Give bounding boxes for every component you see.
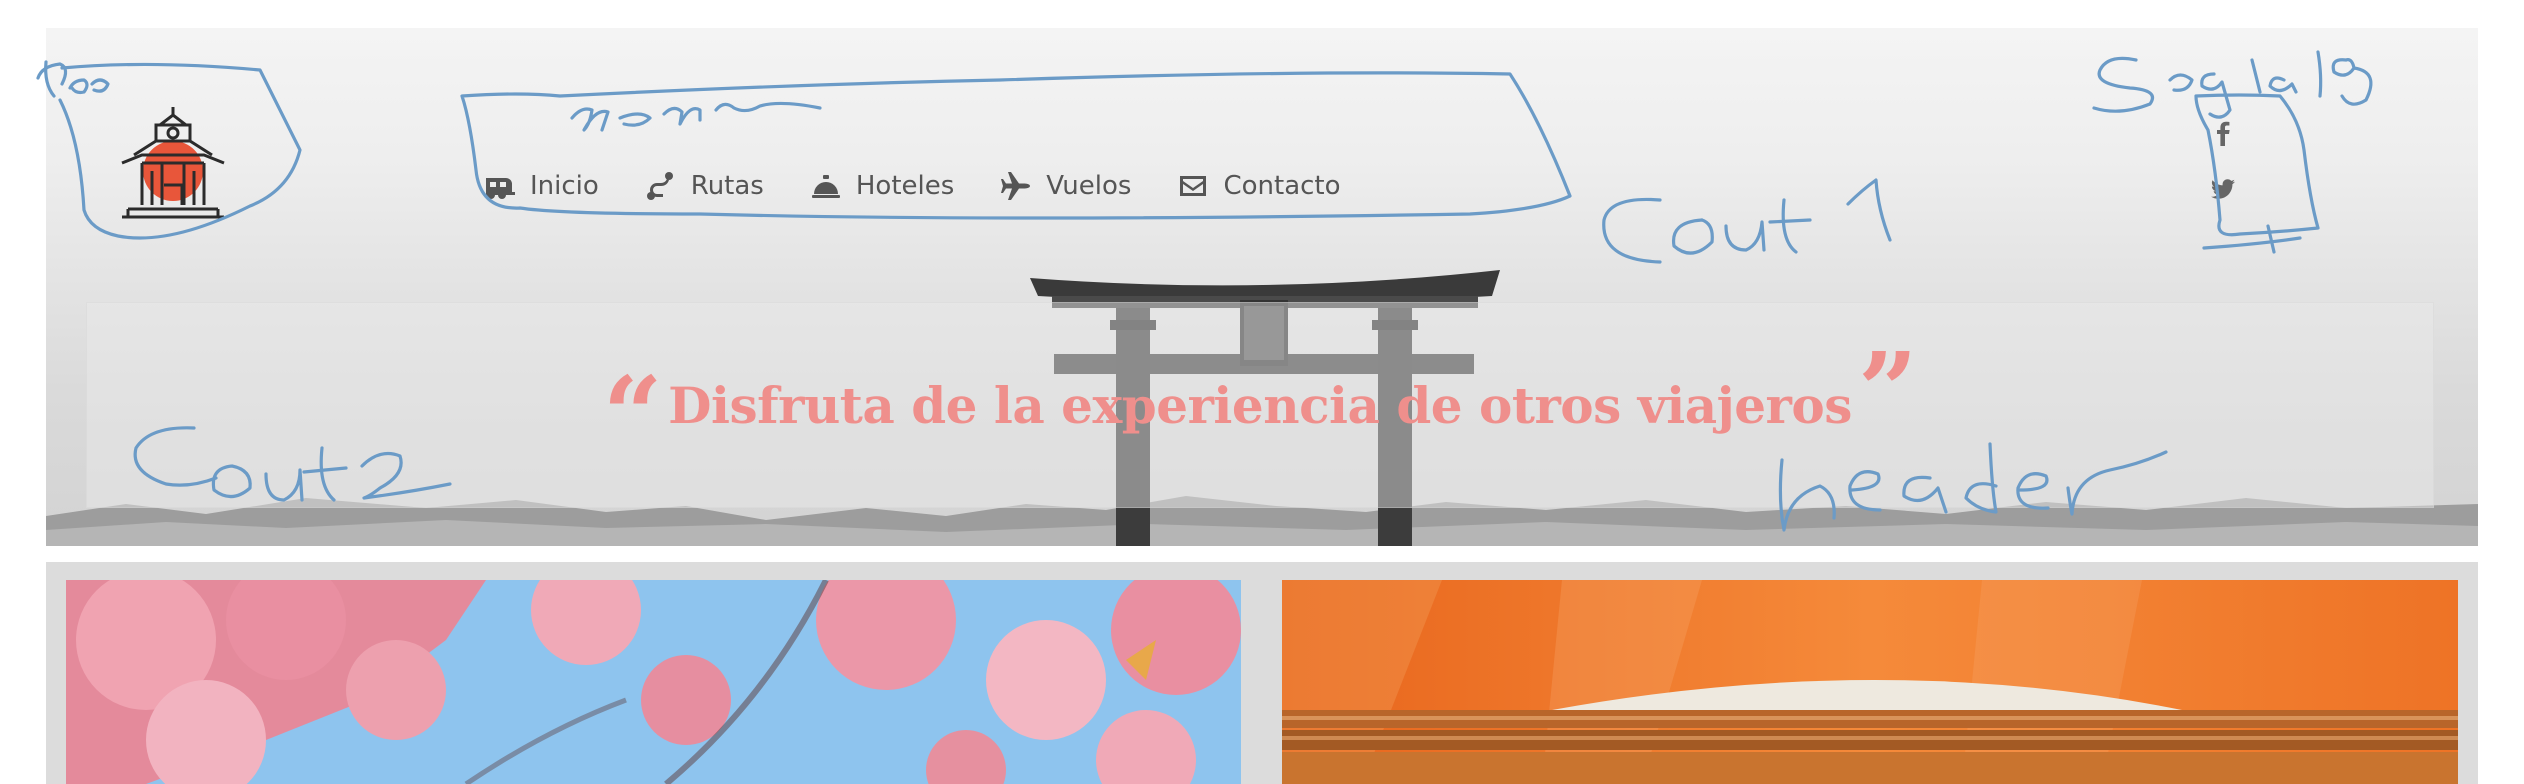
twitter-link[interactable] [2208,174,2238,204]
gallery-card-chopsticks[interactable] [1282,580,2458,784]
twitter-icon [2210,179,2235,199]
nav-item-vuelos[interactable]: Vuelos [1000,170,1131,202]
nav-label-rutas: Rutas [690,171,764,201]
nav-item-hoteles[interactable]: Hoteles [810,170,954,202]
cherry-blossom-photo [66,580,1241,784]
facebook-link[interactable] [2208,118,2238,148]
facebook-icon [2217,121,2230,146]
gallery-container [46,562,2478,784]
pagoda-logo-icon[interactable] [120,105,226,221]
bell-icon [811,175,840,198]
quote-text: “ Disfruta de la experiencia de otros vi… [597,339,1923,467]
gallery-card-cherry-blossom[interactable] [66,580,1241,784]
nav-label-vuelos: Vuelos [1046,171,1132,201]
envelope-icon [1180,176,1207,196]
page-header: Inicio Rutas Hoteles Vuelos Contacto “ D… [46,28,2478,546]
close-quote-mark: ” [1857,329,1918,452]
nav-item-inicio[interactable]: Inicio [484,170,599,202]
social-links [2208,118,2238,204]
quote-banner: “ Disfruta de la experiencia de otros vi… [86,302,2434,508]
nav-label-hoteles: Hoteles [855,171,955,201]
nav-item-rutas[interactable]: Rutas [645,170,764,202]
nav-label-contacto: Contacto [1223,171,1341,201]
chopsticks-bowl-photo [1282,580,2458,784]
nav-label-inicio: Inicio [530,171,599,201]
caravan-icon [486,178,515,199]
quote-label: Disfruta de la experiencia de otros viaj… [668,375,1852,435]
plane-icon [1001,172,1031,200]
route-icon [646,172,673,200]
main-menu: Inicio Rutas Hoteles Vuelos Contacto [484,144,1387,228]
nav-item-contacto[interactable]: Contacto [1177,170,1341,202]
open-quote-mark: “ [602,353,663,476]
